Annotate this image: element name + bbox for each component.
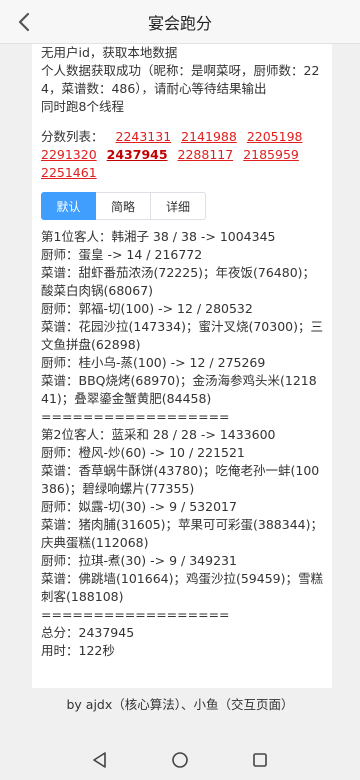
log-line: 无用户id，获取本地数据 xyxy=(41,45,178,60)
total-score: 总分：2437945 xyxy=(41,625,135,640)
chef-line: 厨师：桂小乌-蒸(100) -> 12 / 275269 xyxy=(41,355,266,370)
recipe-line: 菜谱：甜虾番茄浓汤(72225)；年夜饭(76480)；酸菜白肉锅(68067) xyxy=(41,265,316,298)
log-section: 无用户id，获取本地数据 个人数据获取成功（昵称：是啊菜呀，厨师数：224，菜谱… xyxy=(41,44,323,116)
chef-line: 厨师：郭福-切(100) -> 12 / 280532 xyxy=(41,301,253,316)
score-link[interactable]: 2185959 xyxy=(243,147,299,162)
score-link-selected[interactable]: 2437945 xyxy=(107,147,168,162)
score-link[interactable]: 2205198 xyxy=(247,129,303,144)
recipe-line: 菜谱：佛跳墙(101664)；鸡蛋沙拉(59459)；雪糕刺客(188108) xyxy=(41,571,323,604)
guest-line: 第1位客人：韩湘子 38 / 38 -> 1004345 xyxy=(41,229,276,244)
score-list-label: 分数列表： xyxy=(41,129,104,144)
score-link[interactable]: 2251461 xyxy=(41,165,97,180)
chef-line: 厨师：姒露-切(30) -> 9 / 532017 xyxy=(41,499,237,514)
system-nav-bar xyxy=(0,740,360,780)
log-line: 个人数据获取成功（昵称：是啊菜呀，厨师数：224，菜谱数：486），请耐心等待结… xyxy=(41,63,320,96)
app-header: 宴会跑分 xyxy=(0,0,360,44)
score-link[interactable]: 2291320 xyxy=(41,147,97,162)
elapsed-time: 用时：122秒 xyxy=(41,643,115,658)
log-line: 同时跑8个线程 xyxy=(41,99,124,114)
tab-brief[interactable]: 简略 xyxy=(96,192,151,220)
chef-line: 厨师：拉琪-煮(30) -> 9 / 349231 xyxy=(41,553,237,568)
circle-home-icon xyxy=(172,752,188,768)
footer-credits: by ajdx（核心算法）、小鱼（交互页面） xyxy=(0,688,360,718)
score-link[interactable]: 2243131 xyxy=(116,129,172,144)
main-content: 无用户id，获取本地数据 个人数据获取成功（昵称：是啊菜呀，厨师数：224，菜谱… xyxy=(32,44,332,688)
triangle-back-icon xyxy=(93,752,106,768)
score-link[interactable]: 2288117 xyxy=(178,147,234,162)
tab-detailed[interactable]: 详细 xyxy=(151,192,206,220)
nav-back-button[interactable] xyxy=(85,745,115,775)
guest-line: 第2位客人：蓝采和 28 / 28 -> 1433600 xyxy=(41,427,276,442)
recipe-line: 菜谱：猪肉脯(31605)；苹果可可彩蛋(388344)；庆典蛋糕(112068… xyxy=(41,517,323,550)
recipe-line: 菜谱：花园沙拉(147334)；蜜汁叉烧(70300)；三文鱼拼盘(62898) xyxy=(41,319,323,352)
page-title: 宴会跑分 xyxy=(147,13,212,33)
back-button[interactable] xyxy=(8,6,40,38)
result-section: 第1位客人：韩湘子 38 / 38 -> 1004345 厨师：蛋皇 -> 14… xyxy=(41,228,323,660)
nav-home-button[interactable] xyxy=(165,745,195,775)
divider-line: ================== xyxy=(41,409,230,424)
tab-default[interactable]: 默认 xyxy=(41,192,96,220)
chef-line: 厨师：橙风-炒(60) -> 10 / 221521 xyxy=(41,445,245,460)
score-list: 分数列表： 2243131 2141988 2205198 2291320 24… xyxy=(41,128,323,182)
recipe-line: 菜谱：BBQ烧烤(68970)；金汤海参鸡头米(121841)；叠翠鎏金蟹黄肥(… xyxy=(41,373,317,406)
recipe-line: 菜谱：香草蜗牛酥饼(43780)；吃俺老孙一蚌(100386)；碧绿响螺片(77… xyxy=(41,463,320,496)
nav-recent-button[interactable] xyxy=(245,745,275,775)
view-mode-tabs: 默认 简略 详细 xyxy=(41,192,323,220)
chef-line: 厨师：蛋皇 -> 14 / 216772 xyxy=(41,247,203,262)
divider-line: ================== xyxy=(41,607,230,622)
square-recent-icon xyxy=(253,753,267,767)
chevron-left-icon xyxy=(18,12,30,32)
score-link[interactable]: 2141988 xyxy=(181,129,237,144)
